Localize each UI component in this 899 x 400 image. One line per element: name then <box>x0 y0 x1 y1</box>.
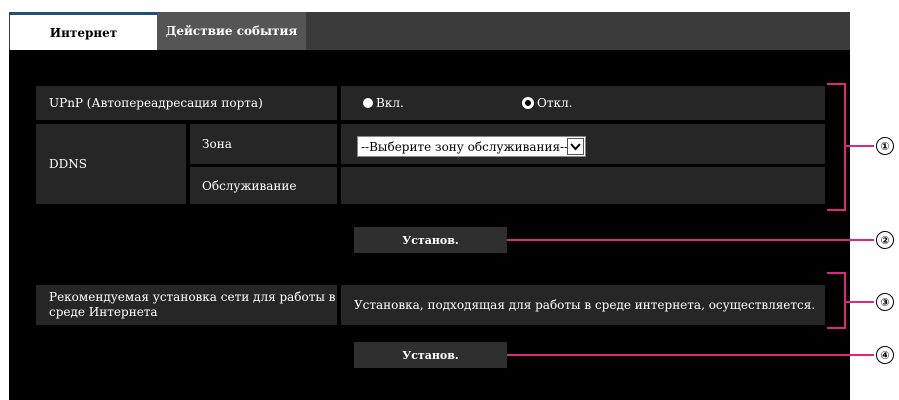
ddns-service-label: Обслуживание <box>190 167 337 204</box>
upnp-radio-on[interactable]: Вкл. <box>363 96 404 110</box>
callout-bracket-1 <box>827 83 846 211</box>
upnp-radio-off[interactable]: Откл. <box>522 96 572 110</box>
radio-selected-icon <box>522 97 534 109</box>
callout-line-3 <box>846 301 874 303</box>
set-button-2[interactable]: Установ. <box>354 342 507 368</box>
callout-number-1: ① <box>876 137 894 155</box>
ddns-zone-label: Зона <box>190 124 337 164</box>
upnp-label: UPnP (Автопереадресация порта) <box>36 86 337 120</box>
radio-unselected-icon <box>363 98 373 108</box>
ddns-zone-label-text: Зона <box>202 137 232 151</box>
upnp-off-label: Откл. <box>537 96 573 110</box>
recommended-description-text: Установка, подходящая для работы в среде… <box>354 298 816 312</box>
ddns-label: DDNS <box>36 124 186 204</box>
upnp-label-text: UPnP (Автопереадресация порта) <box>49 96 263 110</box>
upnp-on-label: Вкл. <box>376 96 404 110</box>
callout-bracket-3 <box>827 272 846 329</box>
ddns-zone-select-value: --Выберите зону обслуживания-- <box>361 139 567 154</box>
callout-line-2 <box>507 239 874 241</box>
tab-event-action[interactable]: Действие события <box>157 12 306 50</box>
ddns-service-cell <box>341 167 825 204</box>
chevron-down-icon[interactable] <box>567 138 584 155</box>
callout-line-4 <box>507 354 874 356</box>
callout-number-4: ④ <box>876 346 894 364</box>
recommended-description: Установка, подходящая для работы в среде… <box>341 285 825 325</box>
callout-number-3: ③ <box>876 293 894 311</box>
ddns-service-label-text: Обслуживание <box>202 178 297 193</box>
callout-line-1 <box>846 145 874 147</box>
recommended-label: Рекомендуемая установка сети для работы … <box>36 285 337 325</box>
ddns-zone-select[interactable]: --Выберите зону обслуживания-- <box>357 136 586 157</box>
set-button-1[interactable]: Установ. <box>354 227 507 253</box>
recommended-label-text: Рекомендуемая установка сети для работы … <box>49 290 336 319</box>
upnp-options: Вкл. Откл. <box>341 86 825 120</box>
callout-number-2: ② <box>876 231 894 249</box>
ddns-label-text: DDNS <box>49 157 87 171</box>
tab-internet[interactable]: Интернет <box>10 12 157 50</box>
